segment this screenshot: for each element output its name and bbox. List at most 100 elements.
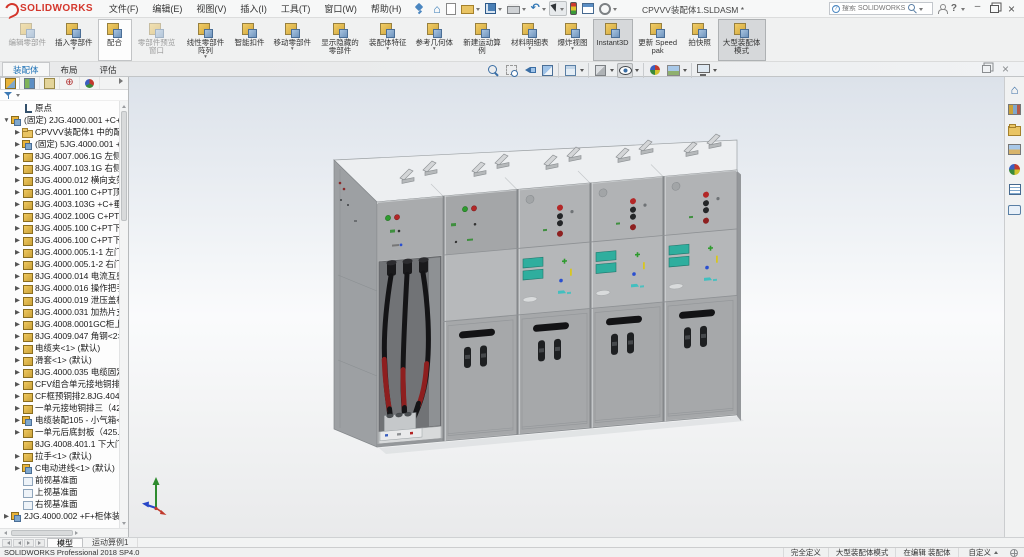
new-document-icon[interactable] — [444, 1, 458, 16]
scroll-up-icon[interactable] — [120, 101, 128, 109]
step-forward-button[interactable] — [35, 539, 45, 547]
ribbon-button[interactable]: 编辑零部件 — [5, 19, 51, 61]
tree-item[interactable]: ▶ 拉手<1> (默认) — [0, 450, 128, 462]
close-button[interactable] — [1003, 1, 1020, 16]
tree-item[interactable]: ▶ 电缆装配105 - 小气箱<1> ( — [0, 414, 128, 426]
view-settings-icon[interactable] — [695, 63, 711, 78]
filter-caret-icon[interactable] — [16, 94, 20, 99]
user-icon[interactable] — [937, 4, 947, 14]
scroll-left-icon[interactable] — [0, 529, 9, 537]
expander-icon[interactable]: ▶ — [13, 128, 22, 136]
scroll-down-icon[interactable] — [120, 520, 128, 528]
home-icon[interactable] — [431, 1, 442, 16]
expander-icon[interactable]: ▶ — [13, 152, 22, 160]
expander-icon[interactable]: ▶ — [13, 428, 22, 436]
ribbon-button[interactable]: 装配体特征 ▾ — [365, 19, 411, 61]
tree-item[interactable]: ▶ 8JG.4000.035 电缆固定架< — [0, 366, 128, 378]
dropdown-caret-icon[interactable] — [711, 63, 718, 78]
commandmanager-tab[interactable]: 布局 — [50, 62, 89, 76]
previous-view-icon[interactable] — [521, 63, 537, 78]
dropdown-caret-icon[interactable] — [608, 63, 615, 78]
expander-icon[interactable]: ▶ — [2, 512, 11, 520]
open-icon[interactable] — [459, 1, 482, 16]
commandmanager-tab[interactable]: 评估 — [89, 62, 128, 76]
expander-icon[interactable]: ▶ — [13, 164, 22, 172]
filter-icon[interactable] — [4, 91, 13, 100]
expander-icon[interactable]: ▶ — [13, 332, 22, 340]
expander-icon[interactable]: ▶ — [13, 380, 22, 388]
doc-restore-button[interactable] — [980, 63, 993, 75]
help-caret-icon[interactable] — [961, 8, 965, 13]
undo-icon[interactable] — [529, 1, 548, 16]
tree-item[interactable]: ▶ 8JG.4007.006.1G 左侧板-侧 — [0, 150, 128, 162]
tree-item[interactable]: ▶ CPVVV装配体1 中的配合 — [0, 126, 128, 138]
expander-icon[interactable]: ▶ — [13, 308, 22, 316]
play-button[interactable] — [24, 539, 34, 547]
expander-icon[interactable]: ▶ — [13, 212, 22, 220]
expander-icon[interactable]: ▶ — [13, 188, 22, 196]
file-properties-icon[interactable] — [580, 1, 596, 16]
ribbon-button[interactable]: 插入零部件 ▾ — [51, 19, 97, 61]
tree-item[interactable]: ▼ (固定) 2JG.4000.001 +C+柜体装 — [0, 114, 128, 126]
tree-item[interactable]: ▶ CFV组合单元接地铜排1.8JG. — [0, 378, 128, 390]
tree-item[interactable]: ▶ 8JG.4000.014 电流互感器支 — [0, 270, 128, 282]
tree-item[interactable]: 原点 — [0, 102, 128, 114]
edit-appearance-icon[interactable] — [647, 63, 663, 78]
tree-item[interactable]: ▶ 滑套<1> (默认) — [0, 354, 128, 366]
tree-item[interactable]: 前视基准面 — [0, 474, 128, 486]
rebuild-icon[interactable] — [568, 1, 579, 16]
step-back-button[interactable] — [13, 539, 23, 547]
menu-item[interactable]: 窗口(W) — [318, 0, 363, 17]
expander-icon[interactable]: ▶ — [13, 248, 22, 256]
tree-item[interactable]: ▶ 8JG.4000.012 横向支架 <1- — [0, 174, 128, 186]
ribbon-button[interactable]: 材料明细表 ▾ — [507, 19, 553, 61]
menu-item[interactable]: 视图(V) — [190, 0, 232, 17]
tree-item[interactable]: ▶ 8JG.4000.019 泄压盖板 <1 — [0, 294, 128, 306]
print-icon[interactable] — [505, 1, 528, 16]
scroll-right-icon[interactable] — [73, 529, 82, 537]
scroll-thumb[interactable] — [121, 111, 127, 221]
tree-item[interactable]: ▶ 8JG.4008.0001GC柜上门<2 — [0, 318, 128, 330]
panel-tab-overflow-icon[interactable] — [117, 78, 127, 84]
ribbon-button[interactable]: 配合 — [98, 19, 132, 61]
expander-icon[interactable]: ▶ — [13, 392, 22, 400]
graphics-area[interactable] — [129, 77, 1024, 537]
taskpane-properties-icon[interactable] — [1006, 181, 1023, 198]
menu-item[interactable]: 文件(F) — [103, 0, 145, 17]
menu-item[interactable]: 帮助(H) — [365, 0, 408, 17]
ribbon-button[interactable]: 爆炸视图 ▾ — [554, 19, 592, 61]
expander-icon[interactable]: ▶ — [13, 404, 22, 412]
expander-icon[interactable]: ▶ — [13, 272, 22, 280]
doc-close-button[interactable] — [999, 63, 1012, 75]
expander-icon[interactable]: ▼ — [2, 117, 11, 124]
view-orientation-icon[interactable] — [562, 63, 578, 78]
customize-button[interactable]: 自定义 — [958, 548, 1009, 557]
tree-item[interactable]: 上视基准面 — [0, 486, 128, 498]
expander-icon[interactable]: ▶ — [13, 368, 22, 376]
taskpane-palette-icon[interactable] — [1006, 141, 1023, 158]
taskpane-home-icon[interactable] — [1006, 81, 1023, 98]
tree-item[interactable]: ▶ 8JG.4005.100 C+PT下隔前板 — [0, 222, 128, 234]
model-tab[interactable]: 模型 — [47, 538, 83, 547]
tree-item[interactable]: ▶ C电动进线<1> (默认) — [0, 462, 128, 474]
ribbon-button[interactable]: 移动零部件 ▾ — [270, 19, 316, 61]
tree-item[interactable]: ▶ 2JG.4000.002 +F+柜体装配<1> — [0, 510, 128, 522]
restore-button[interactable] — [986, 1, 1003, 16]
tree-item[interactable]: ▶ 8JG.4007.103.1G 右侧板-侧 — [0, 162, 128, 174]
panel-tab[interactable] — [20, 77, 40, 89]
pin-icon[interactable] — [413, 3, 425, 15]
tree-vertical-scrollbar[interactable] — [119, 101, 128, 528]
tree-item[interactable]: ▶ 8JG.4001.100 C+PT顶板<1 — [0, 186, 128, 198]
expander-icon[interactable]: ▶ — [13, 452, 22, 460]
expander-icon[interactable]: ▶ — [13, 416, 22, 424]
tree-item[interactable]: ▶ 8JG.4003.103G +C+垂直隔 — [0, 198, 128, 210]
search-icon[interactable] — [908, 4, 917, 13]
zoom-to-fit-icon[interactable] — [485, 63, 501, 78]
taskpane-explorer-icon[interactable] — [1006, 121, 1023, 138]
expander-icon[interactable]: ▶ — [13, 224, 22, 232]
taskpane-appearances-icon[interactable] — [1006, 161, 1023, 178]
menu-item[interactable]: 工具(T) — [275, 0, 317, 17]
menu-item[interactable]: 插入(I) — [234, 0, 273, 17]
tree-item[interactable]: 右视基准面 — [0, 498, 128, 510]
ribbon-button[interactable]: 参考几何体 ▾ — [412, 19, 458, 61]
